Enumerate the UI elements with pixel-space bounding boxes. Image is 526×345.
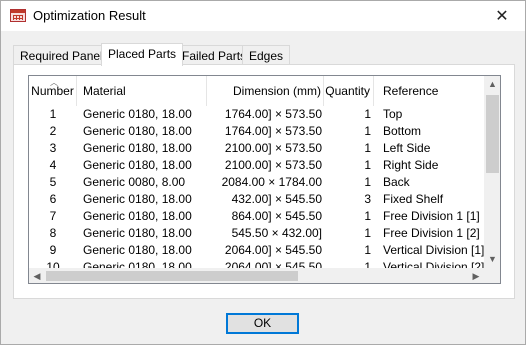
placed-parts-list[interactable]: ︿ Number Material Dimension (mm) Quantit…	[28, 75, 501, 284]
cell-dimension: 2100.00] × 573.50	[224, 158, 322, 172]
table-row[interactable]: 4 Generic 0180, 18.00 2100.00] × 573.50 …	[29, 157, 484, 174]
cell-reference: Vertical Division [2]	[383, 260, 484, 268]
cell-number: 7	[49, 209, 57, 223]
window-title: Optimization Result	[33, 8, 146, 23]
table-row[interactable]: 9 Generic 0180, 18.00 2064.00] × 545.50 …	[29, 242, 484, 259]
cell-number: 1	[49, 107, 57, 121]
cell-quantity: 1	[364, 260, 371, 268]
cell-reference: Bottom	[383, 124, 422, 138]
close-icon: ✕	[495, 8, 509, 25]
cell-dimension: 864.00] × 545.50	[231, 209, 322, 223]
tab-edges[interactable]: Edges	[242, 45, 291, 65]
cell-reference: Top	[383, 107, 403, 121]
cell-quantity: 1	[364, 243, 371, 257]
cell-material: Generic 0180, 18.00	[83, 243, 192, 257]
sort-ascending-icon: ︿	[50, 78, 58, 87]
column-header-dimension[interactable]: Dimension (mm)	[207, 76, 324, 106]
cell-dimension: 2100.00] × 573.50	[224, 141, 322, 155]
cell-dimension: 2064.00] × 545.50	[224, 260, 322, 268]
cell-material: Generic 0180, 18.00	[83, 158, 192, 172]
horizontal-scroll-thumb[interactable]	[46, 271, 298, 281]
cell-dimension: 1764.00] × 573.50	[224, 124, 322, 138]
table-icon	[10, 9, 26, 22]
cell-material: Generic 0180, 18.00	[83, 107, 192, 121]
scroll-up-icon[interactable]: ▲	[484, 76, 500, 93]
title-bar: Optimization Result ✕	[1, 1, 525, 31]
ok-button[interactable]: OK	[226, 313, 299, 334]
vertical-scroll-thumb[interactable]	[486, 95, 499, 173]
cell-reference: Free Division 1 [1]	[383, 209, 480, 223]
tab-placed-parts[interactable]: Placed Parts	[101, 43, 184, 66]
cell-material: Generic 0080, 8.00	[83, 175, 186, 189]
cell-dimension: 1764.00] × 573.50	[224, 107, 322, 121]
scrollbar-corner	[484, 268, 500, 283]
cell-number: 3	[49, 141, 57, 155]
cell-reference: Vertical Division [1]	[383, 243, 484, 257]
scroll-down-icon[interactable]: ▼	[484, 251, 500, 268]
close-button[interactable]: ✕	[479, 1, 525, 31]
cell-material: Generic 0180, 18.00	[83, 124, 192, 138]
horizontal-scrollbar[interactable]: ◀ ▶	[29, 268, 484, 283]
cell-dimension: 545.50 × 432.00]	[231, 226, 322, 240]
column-header-reference[interactable]: Reference	[376, 76, 484, 106]
cell-quantity: 1	[364, 175, 371, 189]
cell-material: Generic 0180, 18.00	[83, 209, 192, 223]
column-header-number[interactable]: ︿ Number	[29, 76, 77, 106]
cell-dimension: 2064.00] × 545.50	[224, 243, 322, 257]
cell-quantity: 1	[364, 107, 371, 121]
cell-material: Generic 0180, 18.00	[83, 260, 192, 268]
cell-number: 10	[46, 260, 60, 268]
table-row[interactable]: 2 Generic 0180, 18.00 1764.00] × 573.50 …	[29, 123, 484, 140]
cell-number: 5	[49, 175, 57, 189]
cell-reference: Free Division 1 [2]	[383, 226, 480, 240]
cell-material: Generic 0180, 18.00	[83, 226, 192, 240]
table-row[interactable]: 10 Generic 0180, 18.00 2064.00] × 545.50…	[29, 259, 484, 268]
cell-dimension: 2084.00 × 1784.00	[221, 175, 322, 189]
cell-quantity: 3	[364, 192, 371, 206]
table-row[interactable]: 7 Generic 0180, 18.00 864.00] × 545.50 1…	[29, 208, 484, 225]
cell-reference: Left Side	[383, 141, 431, 155]
cell-quantity: 1	[364, 209, 371, 223]
cell-number: 8	[49, 226, 57, 240]
cell-dimension: 432.00] × 545.50	[231, 192, 322, 206]
cell-quantity: 1	[364, 158, 371, 172]
cell-number: 9	[49, 243, 57, 257]
table-row[interactable]: 8 Generic 0180, 18.00 545.50 × 432.00] 1…	[29, 225, 484, 242]
column-header-quantity[interactable]: Quantity	[324, 76, 374, 106]
table-row[interactable]: 6 Generic 0180, 18.00 432.00] × 545.50 3…	[29, 191, 484, 208]
list-header: ︿ Number Material Dimension (mm) Quantit…	[29, 76, 484, 106]
optimization-result-dialog: Optimization Result ✕ Required Panels Pl…	[0, 0, 526, 345]
cell-number: 4	[49, 158, 57, 172]
scroll-left-icon[interactable]: ◀	[29, 268, 45, 283]
scroll-right-icon[interactable]: ▶	[468, 268, 484, 283]
cell-number: 2	[49, 124, 57, 138]
cell-quantity: 1	[364, 226, 371, 240]
column-header-material[interactable]: Material	[77, 76, 207, 106]
table-row[interactable]: 1 Generic 0180, 18.00 1764.00] × 573.50 …	[29, 106, 484, 123]
cell-quantity: 1	[364, 124, 371, 138]
cell-number: 6	[49, 192, 57, 206]
list-rows: 1 Generic 0180, 18.00 1764.00] × 573.50 …	[29, 106, 484, 268]
cell-material: Generic 0180, 18.00	[83, 141, 192, 155]
cell-reference: Back	[383, 175, 410, 189]
table-row[interactable]: 3 Generic 0180, 18.00 2100.00] × 573.50 …	[29, 140, 484, 157]
cell-quantity: 1	[364, 141, 371, 155]
cell-reference: Right Side	[383, 158, 439, 172]
cell-material: Generic 0180, 18.00	[83, 192, 192, 206]
vertical-scrollbar[interactable]: ▲ ▼	[484, 76, 500, 268]
table-row[interactable]: 5 Generic 0080, 8.00 2084.00 × 1784.00 1…	[29, 174, 484, 191]
cell-reference: Fixed Shelf	[383, 192, 444, 206]
